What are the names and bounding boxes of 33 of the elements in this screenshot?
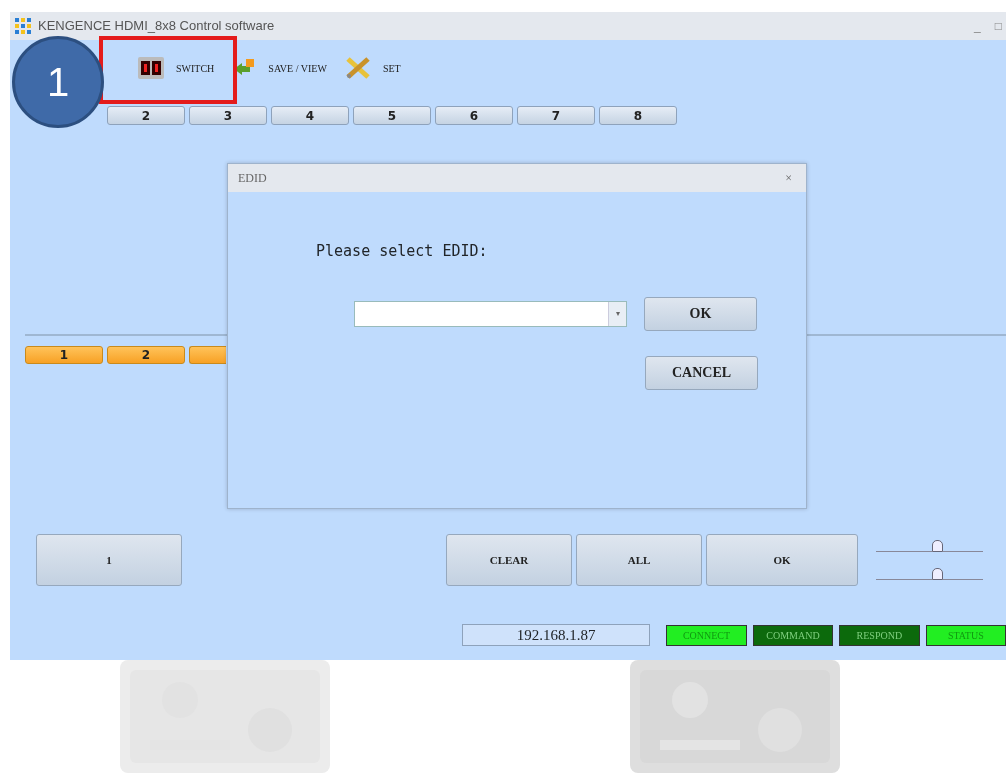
input-button[interactable]: 2 — [107, 106, 185, 125]
switch-tool-button[interactable]: SWITCH — [132, 57, 221, 79]
input-button[interactable]: 4 — [271, 106, 349, 125]
output-button[interactable]: 2 — [107, 346, 185, 364]
prompt-text: Please select EDID: — [316, 241, 489, 262]
status-indicator: RESPOND — [839, 624, 920, 646]
window-title: KENGENCE HDMI_8x8 Control software — [38, 17, 275, 36]
status-indicator: COMMAND — [752, 624, 834, 646]
all-button[interactable]: ALL — [576, 534, 702, 586]
input-button[interactable]: 6 — [435, 106, 513, 125]
close-button[interactable]: × — [785, 170, 792, 186]
input-button[interactable]: 3 — [189, 106, 267, 125]
save-tool-button[interactable]: SAVE / VIEW — [226, 57, 333, 79]
app-logo-icon — [14, 17, 32, 35]
input-button[interactable]: 8 — [599, 106, 677, 125]
ip-address-field: 192.168.1.87 — [462, 624, 651, 646]
slider-thumb[interactable] — [932, 540, 943, 552]
slider-thumb[interactable] — [932, 568, 943, 580]
output-button[interactable]: 1 — [25, 346, 103, 364]
selected-input-button[interactable]: 1 — [36, 534, 182, 586]
ok-button[interactable]: OK — [706, 534, 858, 586]
set-tool-button[interactable]: SET — [338, 56, 407, 80]
clear-button[interactable]: CLEAR — [446, 534, 572, 586]
cancel-button[interactable]: CANCEL — [645, 355, 758, 390]
ok-button[interactable]: OK — [644, 296, 757, 331]
status-indicator: CONNECT — [666, 624, 747, 646]
status-indicator: STATUS — [925, 624, 1006, 646]
crossed-tools-icon — [344, 56, 371, 80]
input-button[interactable]: 7 — [517, 106, 595, 125]
input-button[interactable]: 5 — [353, 106, 431, 125]
seven-segment-display-icon — [138, 57, 164, 79]
dialog-title: EDID — [238, 170, 267, 186]
edid-dropdown[interactable]: ▾ — [354, 300, 627, 327]
